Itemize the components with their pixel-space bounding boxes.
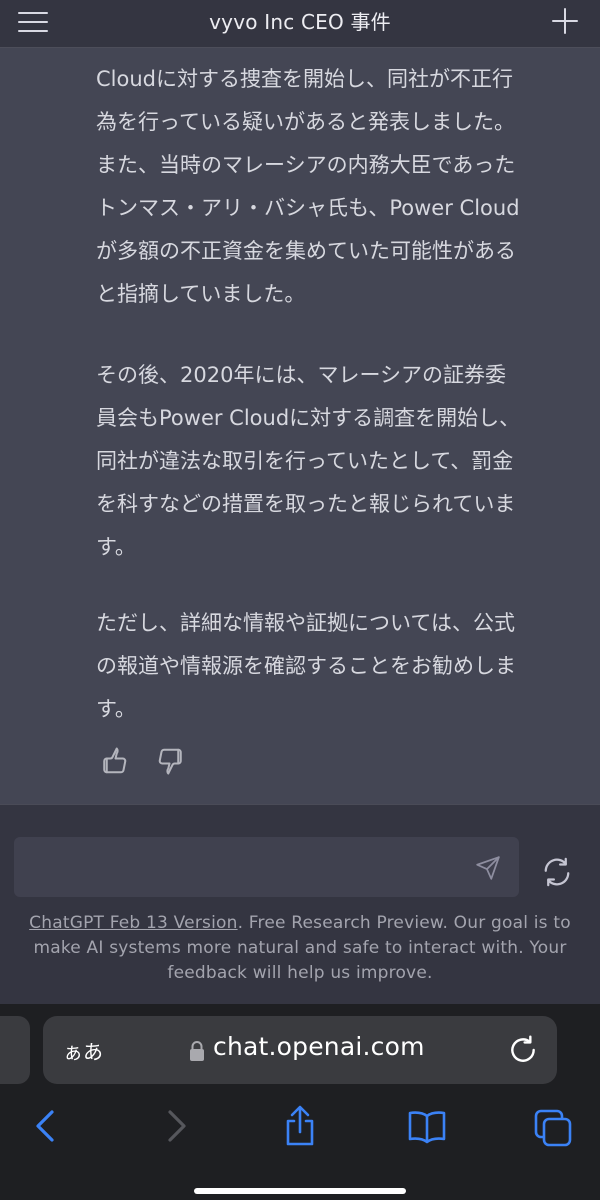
disclaimer-text: ChatGPT Feb 13 Version. Free Research Pr… (20, 911, 580, 986)
message-line: 員会もPower Cloudに対する調査を開始し、 (96, 406, 521, 430)
message-line: す。 (96, 697, 136, 721)
message-line: す。 (96, 535, 136, 559)
prompt-box (14, 837, 519, 897)
message-line: 為を行っている疑いがあると発表しました。 (96, 110, 515, 134)
message-line: を科すなどの措置を取ったと報じられていま (96, 492, 516, 516)
thumbs-up-icon[interactable] (98, 746, 128, 776)
url-text: chat.openai.com (213, 1032, 425, 1061)
message-paragraph-1: Cloudに対する捜査を開始し、同社が不正行 為を行っている疑いがあると発表しま… (96, 58, 568, 316)
message-line: また、当時のマレーシアの内務大臣であった (96, 153, 516, 177)
feedback-controls (98, 746, 211, 776)
send-icon[interactable] (475, 855, 501, 881)
composer-area: ChatGPT Feb 13 Version. Free Research Pr… (0, 804, 600, 1005)
message-line: Cloudに対する捜査を開始し、同社が不正行 (96, 67, 513, 91)
reload-icon[interactable] (507, 1034, 539, 1066)
message-line: と指摘していました。 (96, 282, 306, 306)
previous-tab-preview[interactable] (0, 1016, 30, 1084)
message-paragraph-3: ただし、詳細な情報や証拠については、公式 の報道や情報源を確認することをお勧めし… (96, 602, 568, 731)
back-icon[interactable] (26, 1104, 66, 1148)
share-icon[interactable] (280, 1104, 320, 1148)
assistant-message: Cloudに対する捜査を開始し、同社が不正行 為を行っている疑いがあると発表しま… (0, 48, 600, 804)
version-link[interactable]: ChatGPT Feb 13 Version (29, 913, 237, 933)
refresh-icon[interactable] (542, 857, 572, 887)
message-line: 同社が違法な取引を行っていたとして、罰金 (96, 449, 514, 473)
browser-bottom-bar: ぁあ chat.openai.com (0, 1004, 600, 1200)
lock-icon (189, 1040, 205, 1062)
conversation-title: vyvo Inc CEO 事件 (209, 10, 391, 34)
prompt-input[interactable] (26, 851, 460, 883)
message-line: の報道や情報源を確認することをお勧めしま (96, 654, 516, 678)
plus-icon[interactable] (550, 6, 580, 36)
top-nav-bar: vyvo Inc CEO 事件 (0, 0, 600, 48)
page-settings-button[interactable]: ぁあ (63, 1036, 103, 1065)
message-paragraph-2: その後、2020年には、マレーシアの証券委 員会もPower Cloudに対する… (96, 354, 568, 569)
bookmarks-icon[interactable] (406, 1104, 446, 1148)
tabs-icon[interactable] (532, 1104, 572, 1148)
message-line: その後、2020年には、マレーシアの証券委 (96, 363, 507, 387)
message-line: ただし、詳細な情報や証拠については、公式 (96, 611, 515, 635)
thumbs-down-icon[interactable] (157, 746, 187, 776)
forward-icon[interactable] (156, 1104, 196, 1148)
message-line: が多額の不正資金を集めていた可能性がある (96, 239, 516, 263)
address-bar[interactable]: ぁあ chat.openai.com (43, 1016, 557, 1084)
message-line: トンマス・アリ・バシャ氏も、Power Cloud (96, 196, 520, 220)
home-indicator[interactable] (194, 1188, 406, 1194)
